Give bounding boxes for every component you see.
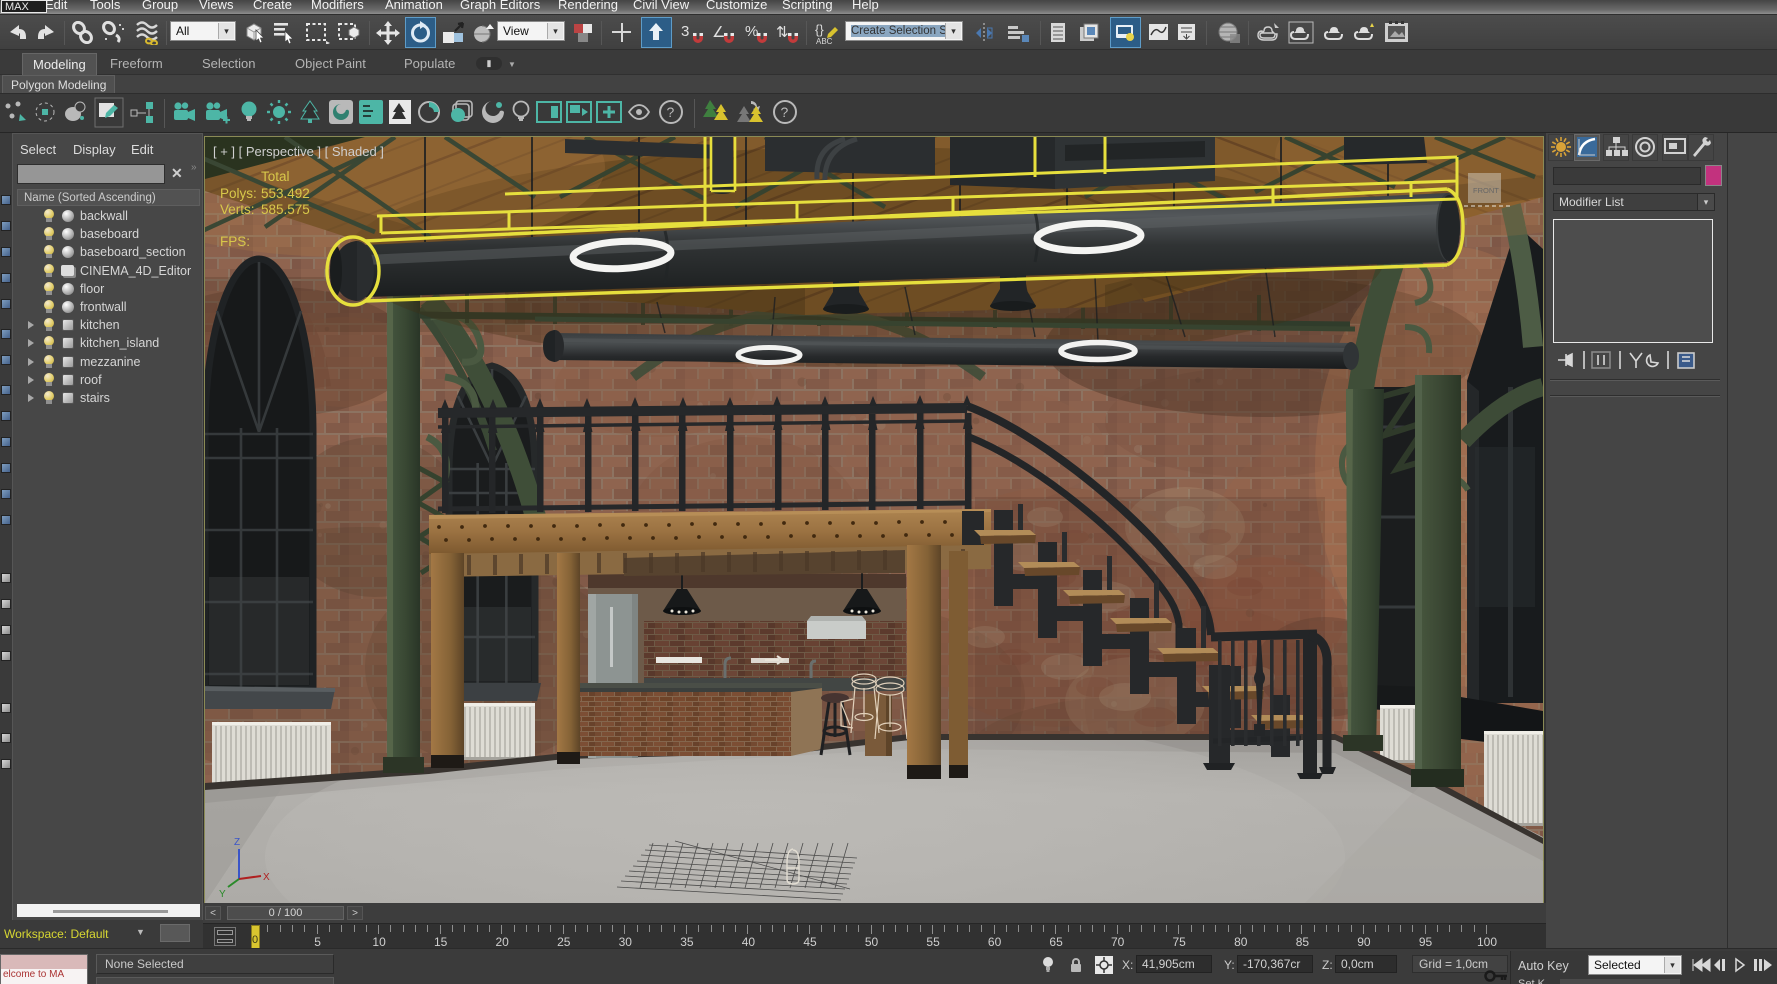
svg-text:?: ? (781, 104, 789, 120)
svg-text:553.492: 553.492 (261, 186, 310, 201)
svg-text:Polys:: Polys: (220, 186, 257, 201)
svg-text:Y: Y (219, 889, 226, 900)
svg-text:Z: Z (234, 837, 240, 848)
svg-text:ABC: ABC (816, 37, 833, 46)
svg-text:Total: Total (261, 169, 290, 184)
svg-text:FRONT: FRONT (1473, 186, 1499, 195)
svg-text:?: ? (667, 104, 675, 120)
svg-text:FPS:: FPS: (220, 234, 250, 249)
svg-text:{}: {} (815, 22, 824, 37)
svg-text:[ + ] [ Perspective ] [ Shaded: [ + ] [ Perspective ] [ Shaded ] (213, 144, 384, 159)
svg-text:Verts:: Verts: (220, 202, 255, 217)
svg-text:585.575: 585.575 (261, 202, 310, 217)
svg-text:X: X (263, 872, 270, 883)
